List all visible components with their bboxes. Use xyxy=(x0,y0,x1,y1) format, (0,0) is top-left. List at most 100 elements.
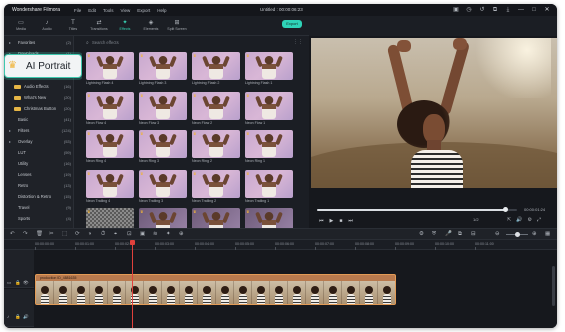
shield-icon[interactable]: ⛨ xyxy=(432,231,436,238)
effect-tile[interactable]: ♛ Lightning Flash 4 xyxy=(86,52,136,85)
timeline-scrollbar[interactable] xyxy=(552,266,555,306)
timeline-zoom-slider[interactable] xyxy=(506,232,528,237)
snapshot-icon[interactable]: ⇱ xyxy=(507,217,511,223)
effect-tile[interactable]: ♛ Neon Trailing 1 xyxy=(245,170,295,203)
prev-frame-icon[interactable]: ⏮ xyxy=(319,218,324,224)
timeline-ruler[interactable]: 00:00:00:00 00:00:01:00 00:00:02:00 00:00:0… xyxy=(4,240,557,250)
rotate-icon[interactable]: ⟳ xyxy=(75,231,80,237)
preview-quality[interactable]: 1/2 xyxy=(473,217,479,222)
sidebar-item-basic[interactable]: Basic (41) xyxy=(9,115,71,124)
mic-icon[interactable]: 🎤 xyxy=(445,231,452,237)
maximize-button[interactable]: □ xyxy=(530,6,538,14)
next-frame-icon[interactable]: ⏭ xyxy=(348,218,353,224)
volume-icon[interactable]: 🔊 xyxy=(516,217,522,223)
render-icon[interactable]: ⚙ xyxy=(419,231,424,237)
effect-tile[interactable]: ♛ Lightning Flash 2 xyxy=(192,52,242,85)
effects-icon[interactable]: ✦ xyxy=(166,231,171,237)
fullscreen-icon[interactable]: ⤢ xyxy=(537,217,541,223)
split-view-icon[interactable]: ⊟ xyxy=(471,231,476,237)
zoom-out-icon[interactable]: ⊖ xyxy=(495,231,500,237)
sidebar-item-travel[interactable]: Travel (9) xyxy=(9,203,71,212)
sidebar-item-audio-effects[interactable]: Audio Effects (16) xyxy=(9,82,71,91)
effect-tile[interactable]: ♛ Neon Trailing 4 xyxy=(86,170,136,203)
sidebar-item-distortion-retro[interactable]: Distortion & Retro (15) xyxy=(9,192,71,201)
export-button[interactable]: Export xyxy=(282,20,302,28)
grid-view-icon[interactable]: ⋮⋮ xyxy=(293,39,303,45)
undo-icon[interactable]: ↶ xyxy=(10,231,15,237)
speed-icon[interactable]: ⏱ xyxy=(101,231,105,238)
sidebar-item-lut[interactable]: LUT (59) xyxy=(9,148,71,157)
sidebar-item-favorites[interactable]: ▸ Favorites (2) xyxy=(9,38,71,47)
tab-split-screen[interactable]: ⊞ Split Screen xyxy=(166,19,188,35)
zoom-in-icon[interactable]: ⊕ xyxy=(532,231,537,237)
progress-knob[interactable] xyxy=(503,207,508,212)
fit-icon[interactable]: ⊡ xyxy=(127,231,132,237)
effect-tile[interactable]: ♛ Neon Trailing 3 xyxy=(139,170,189,203)
add-icon[interactable]: ⊕ xyxy=(179,231,184,237)
tab-titles[interactable]: T Titles xyxy=(62,19,84,35)
copy-icon[interactable]: ⧉ xyxy=(491,6,499,14)
menu-item-view[interactable]: View xyxy=(121,8,131,13)
target-icon[interactable]: ⌖ xyxy=(114,231,117,238)
effect-thumbnail: ♛ xyxy=(139,170,187,198)
effect-tile[interactable]: ♛ Neon Ring 3 xyxy=(139,130,189,163)
sidebar-item-sports[interactable]: Sports (4) xyxy=(9,214,71,223)
effect-tile[interactable]: ♛ Neon Flow 1 xyxy=(245,92,295,125)
effect-tile[interactable]: ♛ Neon Ring 1 xyxy=(245,130,295,163)
tab-effects[interactable]: ✦ Effects xyxy=(114,19,136,38)
lock-icon[interactable]: 🔒 xyxy=(15,314,21,320)
minimize-button[interactable]: — xyxy=(517,6,525,14)
layout-icon[interactable]: ▣ xyxy=(452,6,460,14)
tab-audio[interactable]: ♪ Audio xyxy=(36,19,58,35)
close-button[interactable]: ✕ xyxy=(543,6,551,14)
duplicate-icon[interactable]: ⧉ xyxy=(458,231,462,238)
effect-tile[interactable]: ♛ Neon Trailing 2 xyxy=(192,170,242,203)
play-icon[interactable]: ▶ xyxy=(330,218,334,224)
figure xyxy=(103,173,117,197)
sidebar-item-retro[interactable]: Retro (13) xyxy=(9,181,71,190)
timer-icon[interactable]: ◷ xyxy=(465,6,473,14)
search-input[interactable] xyxy=(92,40,232,45)
color-icon[interactable]: ◑ xyxy=(88,231,91,237)
effect-tile[interactable]: ♛ Neon Flow 4 xyxy=(86,92,136,125)
playhead[interactable] xyxy=(130,240,135,328)
settings-icon[interactable]: ⚙ xyxy=(527,217,531,223)
speaker-icon[interactable]: 🔊 xyxy=(23,314,29,320)
eye-icon[interactable]: 👁 xyxy=(23,280,29,286)
delete-icon[interactable]: 🗑 xyxy=(36,231,43,237)
lock-icon[interactable]: 🔒 xyxy=(15,280,21,286)
effect-tile[interactable]: ♛ Lightning Flash 1 xyxy=(245,52,295,85)
effect-tile[interactable]: ♛ Neon Flow 3 xyxy=(139,92,189,125)
sidebar-item-christmas-button[interactable]: Christmas Button (20) xyxy=(9,104,71,113)
menu-item-edit[interactable]: Edit xyxy=(88,8,96,13)
tab-transitions[interactable]: ⇄ Transitions xyxy=(88,19,110,35)
menu-item-export[interactable]: Export xyxy=(137,8,150,13)
menu-item-file[interactable]: File xyxy=(74,8,81,13)
redo-icon[interactable]: ↷ xyxy=(23,231,28,237)
sidebar-item-filters[interactable]: ▸ Filters (124) xyxy=(9,126,71,135)
sidebar-item-utility[interactable]: Utility (16) xyxy=(9,159,71,168)
audio-icon[interactable]: ≋ xyxy=(153,231,158,237)
menu-item-help[interactable]: Help xyxy=(157,8,166,13)
effect-tile[interactable]: ♛ Neon Ring 2 xyxy=(192,130,242,163)
download-icon[interactable]: ⤓ xyxy=(504,6,512,14)
menu-item-tools[interactable]: Tools xyxy=(103,8,114,13)
cut-icon[interactable]: ✂ xyxy=(49,231,54,237)
effect-tile[interactable]: ♛ Neon Flow 2 xyxy=(192,92,242,125)
playback-progress[interactable] xyxy=(317,207,517,212)
layout-icon[interactable]: ▦ xyxy=(545,231,550,237)
sidebar-item-overlay[interactable]: ▸ Overlay (53) xyxy=(9,137,71,146)
effect-tile[interactable]: ♛ Neon Ring 4 xyxy=(86,130,136,163)
video-clip[interactable]: production ID_4881635 xyxy=(35,274,396,305)
sidebar-item-lenses[interactable]: Lenses (19) xyxy=(9,170,71,179)
crop-icon[interactable]: ⬚ xyxy=(62,231,67,237)
tab-media[interactable]: ▭ Media xyxy=(10,19,32,35)
green-screen-icon[interactable]: ▣ xyxy=(140,231,145,237)
effect-tile[interactable]: ♛ Lightning Flash 3 xyxy=(139,52,189,85)
tab-elements[interactable]: ◈ Elements xyxy=(140,19,162,35)
sidebar-item-what-s-new[interactable]: What's New (20) xyxy=(9,93,71,102)
ai-portrait-callout[interactable]: ♛ AI Portrait xyxy=(4,54,82,78)
effects-search[interactable]: ⌕ xyxy=(86,39,246,46)
refresh-icon[interactable]: ↺ xyxy=(478,6,486,14)
stop-icon[interactable]: ■ xyxy=(339,218,342,224)
